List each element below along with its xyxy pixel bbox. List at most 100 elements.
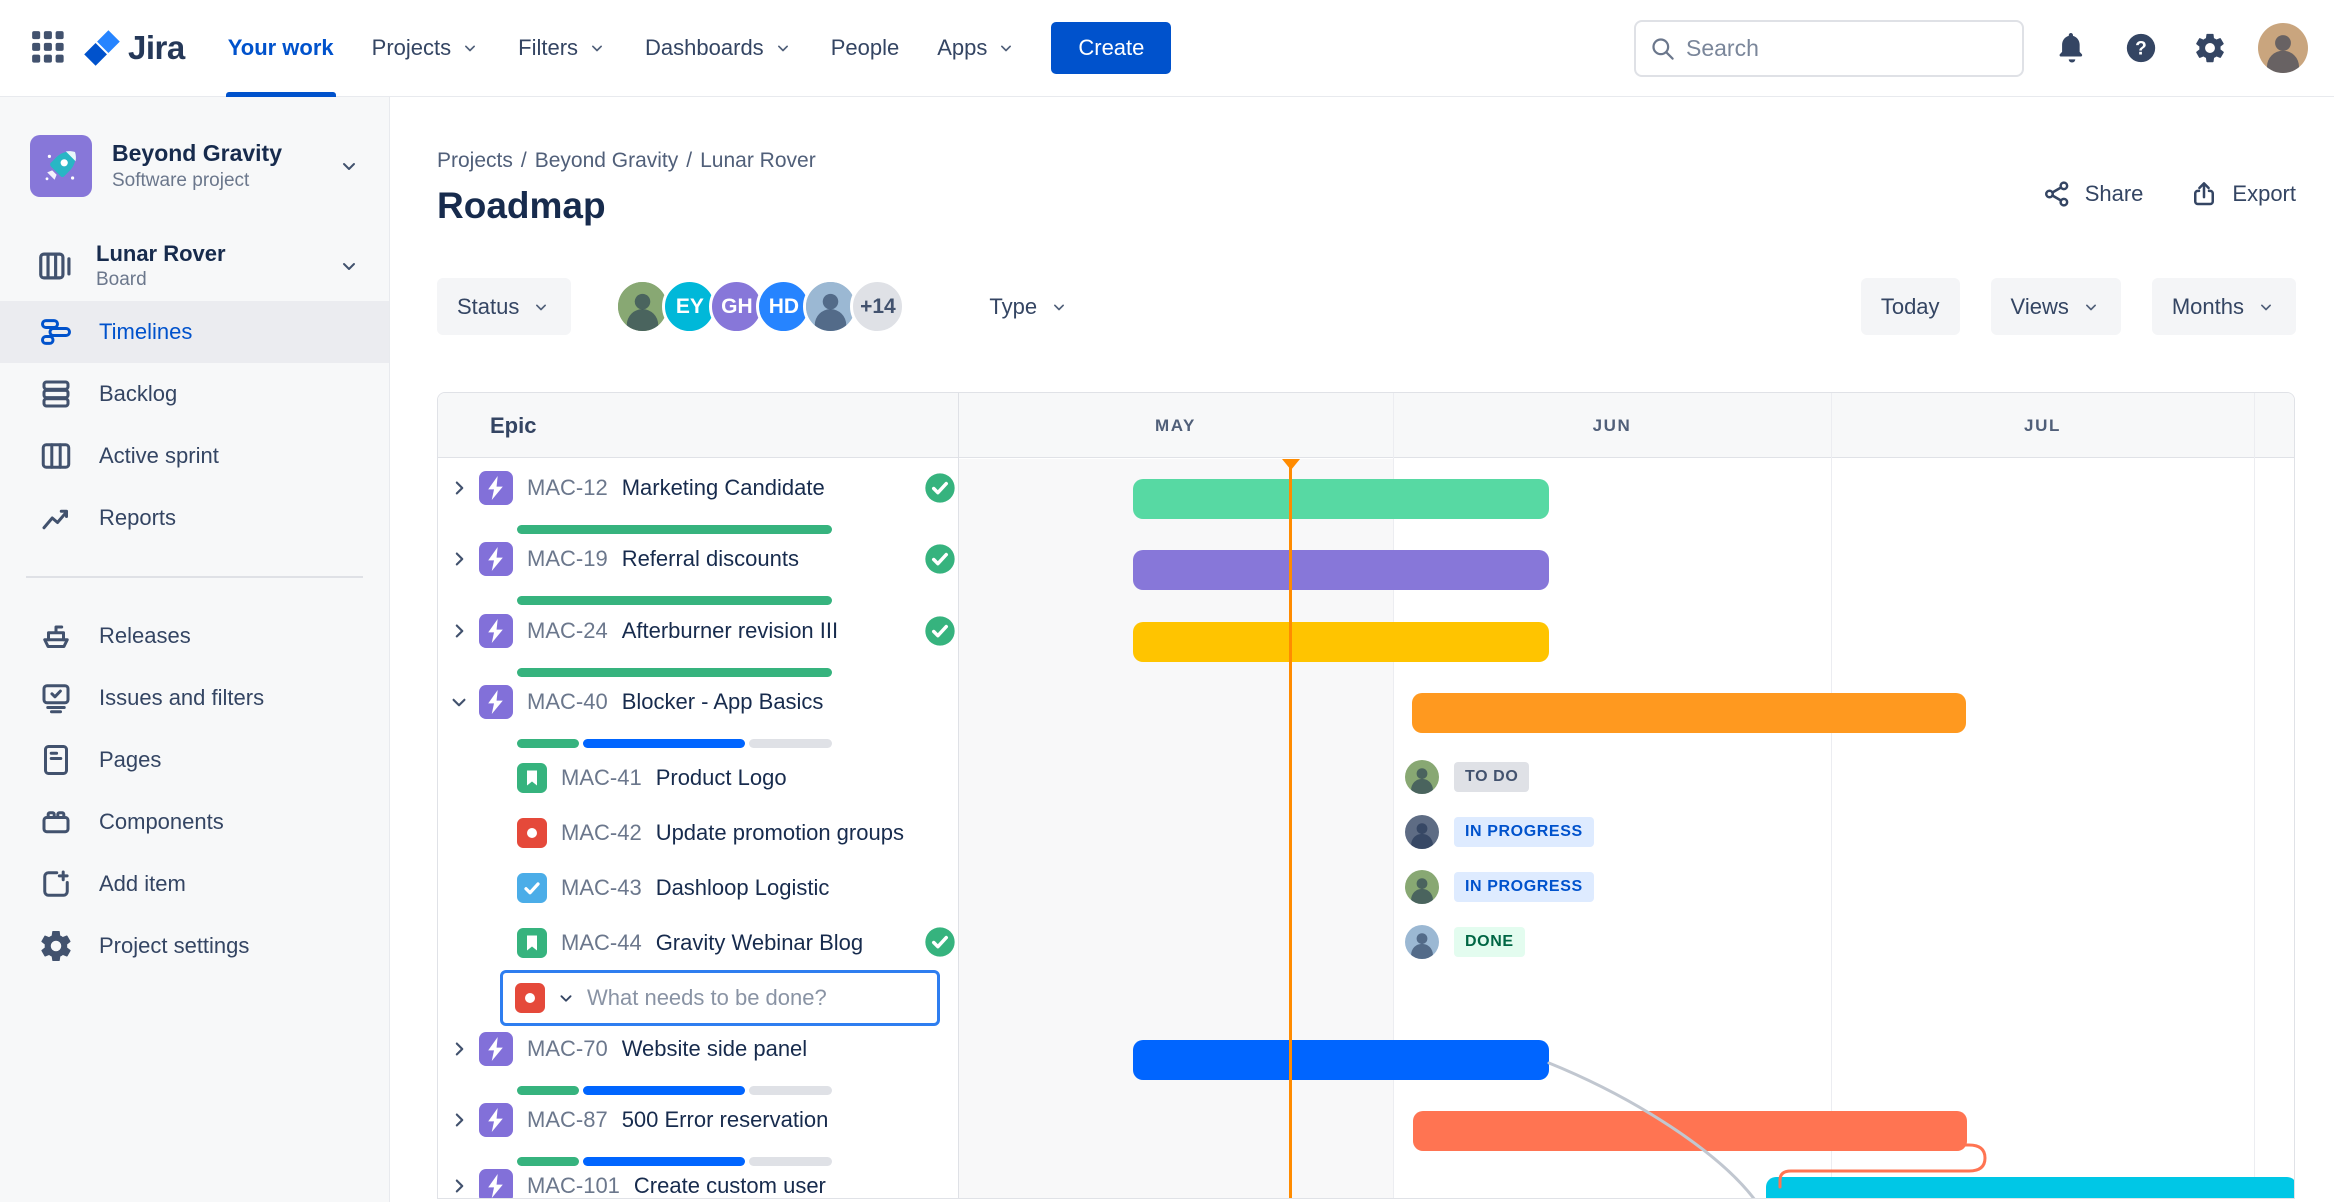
issue-summary[interactable]: MAC-12 Marketing Candidate bbox=[479, 471, 825, 505]
type-filter-dropdown[interactable]: Type bbox=[969, 278, 1089, 335]
today-button[interactable]: Today bbox=[1860, 278, 1960, 335]
timeline-bar-mac-40[interactable] bbox=[1412, 693, 1966, 733]
assignee-avatar[interactable] bbox=[1405, 870, 1439, 904]
sidebar-item-active-sprint[interactable]: Active sprint bbox=[0, 425, 389, 487]
nav-item-people[interactable]: People bbox=[812, 0, 919, 97]
user-avatar[interactable] bbox=[2258, 23, 2308, 73]
epic-row-mac-12: MAC-12 Marketing Candidate bbox=[438, 463, 958, 535]
nav-item-apps[interactable]: Apps bbox=[918, 0, 1035, 97]
chevron-down-icon[interactable] bbox=[555, 987, 577, 1009]
jira-logo[interactable]: Jira bbox=[80, 26, 185, 70]
issue-summary[interactable]: MAC-42 Update promotion groups bbox=[517, 816, 904, 850]
issue-title: Gravity Webinar Blog bbox=[655, 930, 864, 955]
chevron-right-icon[interactable] bbox=[446, 546, 472, 572]
settings-gear-icon[interactable] bbox=[2189, 27, 2231, 69]
sidebar-item-releases[interactable]: Releases bbox=[0, 605, 389, 667]
bug-icon[interactable] bbox=[515, 983, 545, 1013]
chevron-right-icon[interactable] bbox=[446, 1107, 472, 1133]
sidebar-item-timelines[interactable]: Timelines bbox=[0, 301, 389, 363]
timescale-dropdown[interactable]: Months bbox=[2151, 278, 2296, 335]
timeline-bar-mac-87[interactable] bbox=[1413, 1111, 1967, 1151]
issue-composer-input[interactable] bbox=[587, 985, 925, 1011]
issue-summary[interactable]: MAC-40 Blocker - App Basics bbox=[479, 685, 823, 719]
chevron-down-icon bbox=[2081, 297, 2101, 317]
today-marker-line bbox=[1289, 459, 1292, 1198]
sidebar-item-pages[interactable]: Pages bbox=[0, 729, 389, 791]
issue-key: MAC-43 bbox=[561, 875, 642, 900]
nav-item-label: People bbox=[830, 35, 900, 60]
epic-row-mac-70: MAC-70 Website side panel bbox=[438, 1024, 958, 1096]
epic-icon bbox=[479, 471, 513, 505]
issue-summary[interactable]: MAC-101 Create custom user bbox=[479, 1169, 826, 1198]
assignee-avatar[interactable] bbox=[1405, 925, 1439, 959]
nav-item-projects[interactable]: Projects bbox=[353, 0, 499, 97]
issue-key: MAC-87 bbox=[527, 1107, 608, 1132]
chevron-right-icon[interactable] bbox=[446, 618, 472, 644]
sidebar-item-backlog[interactable]: Backlog bbox=[0, 363, 389, 425]
help-icon[interactable]: ? bbox=[2120, 27, 2162, 69]
timeline-bar-mac-19[interactable] bbox=[1133, 550, 1549, 590]
nav-item-your-work[interactable]: Your work bbox=[209, 0, 353, 97]
timeline-bar-mac-12[interactable] bbox=[1133, 479, 1549, 519]
export-button[interactable]: Export bbox=[2189, 179, 2296, 209]
roadmap-panel: Epic MAC-12 Marketing Candidate MAC-19 Refe… bbox=[437, 392, 2295, 1199]
chevron-right-icon[interactable] bbox=[446, 1173, 472, 1198]
issue-title: 500 Error reservation bbox=[621, 1107, 829, 1132]
status-filter-dropdown[interactable]: Status bbox=[437, 278, 572, 335]
timeline-body: MAC-12 Marketing Candidate MAC-19 Referral … bbox=[438, 459, 2294, 1198]
assignee-avatar[interactable] bbox=[1405, 760, 1439, 794]
nav-item-label: Filters bbox=[518, 35, 579, 60]
check-circle-icon bbox=[924, 543, 956, 575]
timeline-bar-mac-70[interactable] bbox=[1133, 1040, 1549, 1080]
issue-summary[interactable]: MAC-41 Product Logo bbox=[517, 761, 787, 795]
sidebar-item-components[interactable]: Components bbox=[0, 791, 389, 853]
issue-summary[interactable]: MAC-70 Website side panel bbox=[479, 1032, 807, 1066]
breadcrumb-item-lunar-rover[interactable]: Lunar Rover bbox=[700, 149, 816, 173]
chevron-down-icon bbox=[587, 38, 607, 58]
breadcrumb-item-beyond-gravity[interactable]: Beyond Gravity bbox=[535, 149, 679, 173]
chevron-down-icon[interactable] bbox=[446, 689, 472, 715]
board-switcher[interactable]: Lunar Rover Board bbox=[36, 241, 361, 291]
issue-title: Website side panel bbox=[621, 1036, 808, 1061]
bug-icon bbox=[517, 818, 547, 848]
avatar-overflow-count[interactable]: +14 bbox=[850, 279, 906, 334]
story-icon bbox=[517, 928, 547, 958]
issue-summary[interactable]: MAC-87 500 Error reservation bbox=[479, 1103, 828, 1137]
issue-row-mac-42: MAC-42 Update promotion groups bbox=[438, 805, 958, 860]
issue-summary[interactable]: MAC-43 Dashloop Logistic bbox=[517, 871, 829, 905]
project-switcher[interactable]: Beyond Gravity Software project bbox=[30, 135, 361, 197]
issue-key: MAC-70 bbox=[527, 1036, 608, 1061]
sidebar-item-label: Reports bbox=[99, 505, 177, 530]
sidebar-item-label: Active sprint bbox=[99, 443, 219, 468]
chevron-right-icon[interactable] bbox=[446, 475, 472, 501]
issue-summary[interactable]: MAC-24 Afterburner revision III bbox=[479, 614, 838, 648]
sidebar-item-label: Pages bbox=[99, 747, 162, 772]
views-dropdown[interactable]: Views bbox=[1990, 278, 2121, 335]
create-button[interactable]: Create bbox=[1051, 22, 1172, 74]
assignee-avatar[interactable] bbox=[1405, 815, 1439, 849]
sidebar-menu-top: Timelines Backlog Active sprint Reports bbox=[0, 301, 389, 549]
today-marker-caret bbox=[1281, 459, 1300, 470]
issue-summary[interactable]: MAC-19 Referral discounts bbox=[479, 542, 799, 576]
backlog-icon bbox=[38, 376, 74, 412]
timeline-bar-mac-24[interactable] bbox=[1133, 622, 1549, 662]
issue-key: MAC-101 bbox=[527, 1173, 620, 1198]
sidebar-item-project-settings[interactable]: Project settings bbox=[0, 915, 389, 977]
filter-bar: Status EY GH HD +14 Type Today Views Months bbox=[437, 278, 2296, 335]
nav-item-dashboards[interactable]: Dashboards bbox=[626, 0, 812, 97]
search-input[interactable] bbox=[1686, 34, 2009, 62]
sidebar-item-reports[interactable]: Reports bbox=[0, 487, 389, 549]
sidebar-item-label: Issues and filters bbox=[99, 685, 265, 710]
issue-summary[interactable]: MAC-44 Gravity Webinar Blog bbox=[517, 926, 863, 960]
breadcrumb-item-projects[interactable]: Projects bbox=[437, 149, 513, 173]
app-switcher-icon[interactable] bbox=[26, 25, 72, 71]
timeline-bar-mac-101[interactable] bbox=[1766, 1177, 2294, 1198]
sidebar-item-issues-and-filters[interactable]: Issues and filters bbox=[0, 667, 389, 729]
epic-row-mac-40: MAC-40 Blocker - App Basics bbox=[438, 677, 958, 749]
share-button[interactable]: Share bbox=[2042, 179, 2143, 209]
chevron-right-icon[interactable] bbox=[446, 1036, 472, 1062]
sidebar-item-add-item[interactable]: Add item bbox=[0, 853, 389, 915]
issue-title: Dashloop Logistic bbox=[655, 875, 830, 900]
notifications-bell-icon[interactable] bbox=[2051, 27, 2093, 69]
nav-item-filters[interactable]: Filters bbox=[499, 0, 626, 97]
